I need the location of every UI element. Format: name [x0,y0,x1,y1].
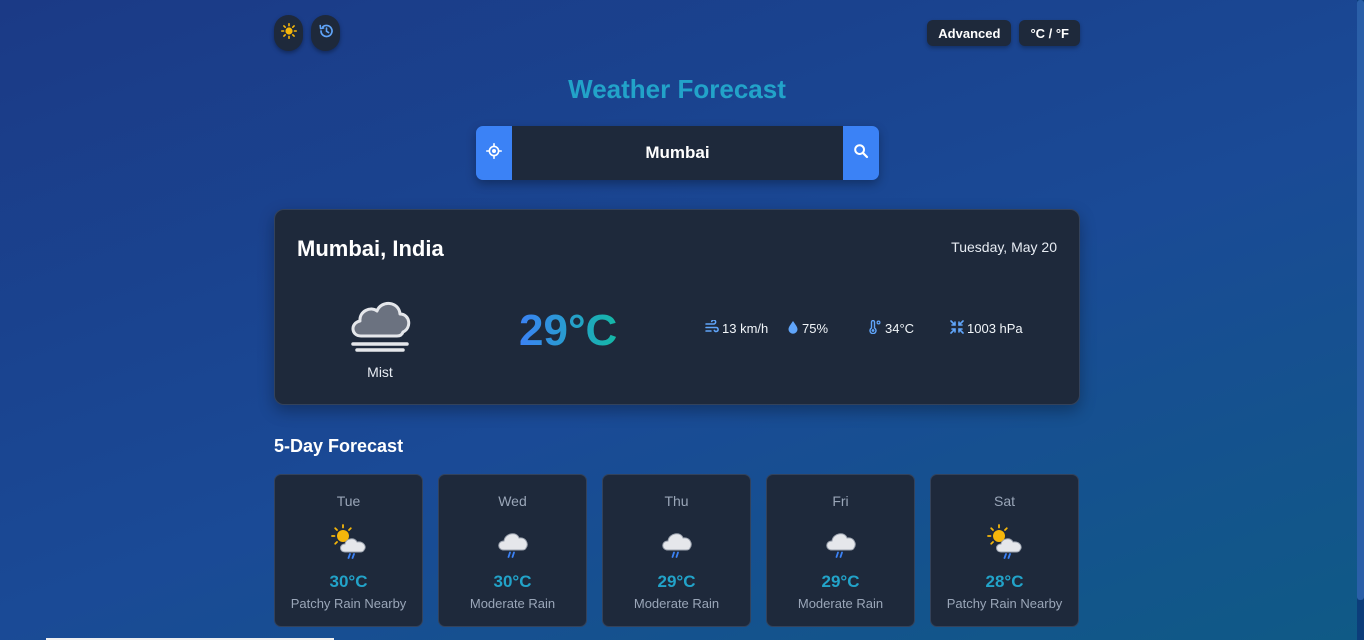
wind-icon [705,319,719,337]
app-container: Advanced °C / °F Weather Forecast Mumbai… [274,0,1080,640]
forecast-day-temp: 30°C [329,572,368,591]
forecast-day-temp: 30°C [493,572,532,591]
cloud-rain-icon [603,523,750,559]
wind-stat: 13 km/h [705,319,769,337]
forecast-day-name: Wed [498,493,527,509]
humidity-stat: 75% [787,320,828,337]
search-bar [476,126,879,180]
feels-like-stat: 34°C [868,319,915,337]
forecast-heading: 5-Day Forecast [274,436,404,456]
current-condition: Mist [367,364,393,380]
forecast-day-condition: Moderate Rain [469,596,556,611]
forecast-day-card: Fri 29°C Moderate Rain [766,474,915,627]
crosshair-icon [486,142,502,164]
mist-cloud-icon [347,294,413,357]
forecast-day-condition: Patchy Rain Nearby [946,596,1063,611]
forecast-day-temp: 29°C [821,572,860,591]
search-button[interactable] [843,126,879,180]
top-left-controls [274,15,340,51]
forecast-day-card: Wed 30°C Moderate Rain [438,474,587,627]
theme-toggle-button[interactable] [274,15,303,51]
unit-toggle-button[interactable]: °C / °F [1019,20,1080,46]
compress-arrows-icon [950,320,964,337]
advanced-button[interactable]: Advanced [927,20,1012,46]
forecast-day-card: Tue 30°C Patchy Rain Nearby [274,474,423,627]
cloud-rain-icon [767,523,914,559]
sun-icon [280,22,297,44]
forecast-day-condition: Moderate Rain [797,596,884,611]
current-temperature: 29°C [519,306,618,355]
city-search-input[interactable] [512,126,843,180]
wind-value: 13 km/h [722,321,769,336]
feels-like-value: 34°C [885,321,915,336]
search-icon [853,143,869,164]
page-title: Weather Forecast [568,74,786,104]
humidity-value: 75% [802,321,829,336]
sun-cloud-rain-icon [275,523,422,559]
forecast-day-card: Sat 28°C Patchy Rain Nearby [930,474,1079,627]
thermometer-icon [868,319,882,337]
droplet-icon [787,320,799,337]
forecast-day-name: Fri [832,493,849,509]
vertical-scrollbar-thumb[interactable] [1357,0,1364,600]
forecast-list: Tue 30°C Patchy Rain Nearby Wed 30°C Mod… [274,474,1080,627]
forecast-day-temp: 28°C [985,572,1024,591]
top-right-controls: Advanced °C / °F [927,20,1080,46]
forecast-day-name: Tue [336,493,361,509]
pressure-value: 1003 hPa [967,321,1023,336]
forecast-day-temp: 29°C [657,572,696,591]
forecast-day-name: Sat [993,493,1015,509]
current-weather-card: Mumbai, India Tuesday, May 20 Mist 29°C [274,209,1080,405]
forecast-day-condition: Moderate Rain [633,596,720,611]
cloud-rain-icon [439,523,586,559]
history-icon [318,23,334,44]
forecast-day-name: Thu [664,493,689,509]
pressure-stat: 1003 hPa [950,320,1023,337]
sun-cloud-rain-icon [931,523,1078,559]
location-name: Mumbai, India [297,236,444,261]
history-button[interactable] [311,15,340,51]
current-date: Tuesday, May 20 [951,239,1057,255]
forecast-day-card: Thu 29°C Moderate Rain [602,474,751,627]
current-location-button[interactable] [476,126,512,180]
forecast-day-condition: Patchy Rain Nearby [290,596,407,611]
